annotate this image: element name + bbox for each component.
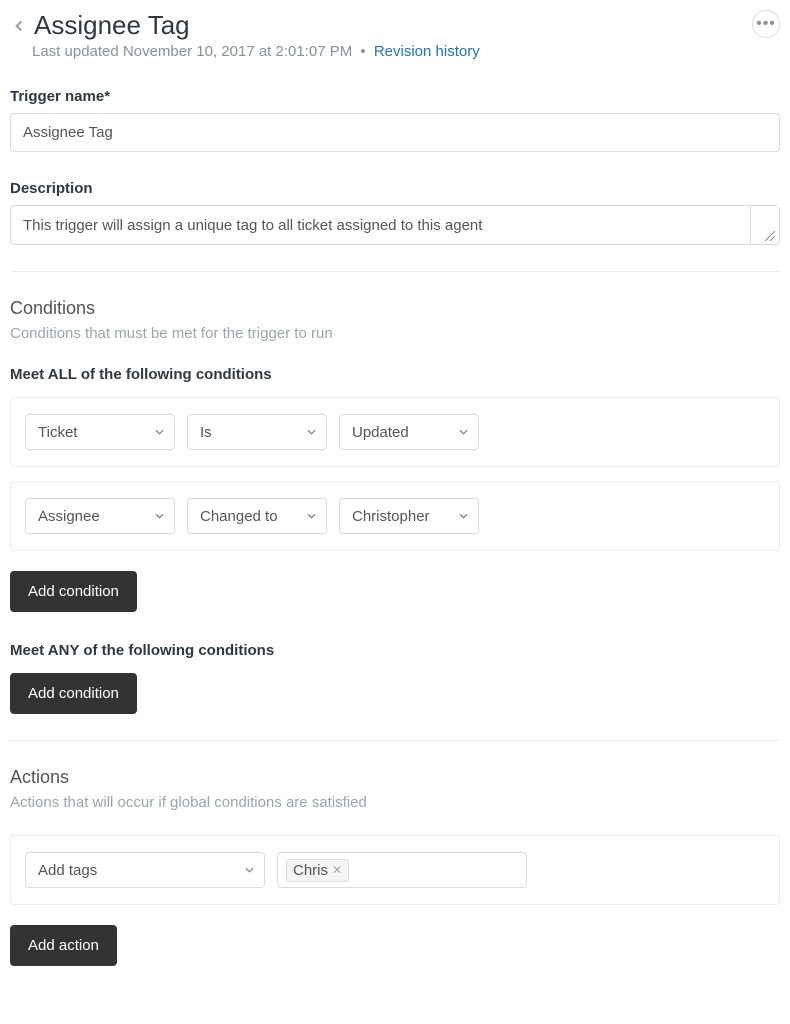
chevron-down-icon — [459, 512, 468, 521]
tag-remove-icon[interactable]: ✕ — [332, 863, 342, 877]
chevron-down-icon — [155, 512, 164, 521]
conditions-subtitle: Conditions that must be met for the trig… — [10, 325, 780, 342]
back-chevron-icon[interactable] — [10, 17, 28, 35]
action-row: Add tags Chris ✕ — [10, 835, 780, 905]
condition-field-select[interactable]: Assignee — [25, 498, 175, 534]
chevron-down-icon — [307, 512, 316, 521]
condition-row: Ticket Is Updated — [10, 397, 780, 467]
select-value: Changed to — [200, 508, 278, 525]
select-value: Updated — [352, 424, 409, 441]
select-value: Assignee — [38, 508, 100, 525]
meet-any-label: Meet ANY of the following conditions — [10, 642, 780, 659]
condition-operator-select[interactable]: Is — [187, 414, 327, 450]
conditions-title: Conditions — [10, 298, 780, 319]
select-value: Ticket — [38, 424, 77, 441]
condition-value-select[interactable]: Christopher — [339, 498, 479, 534]
resize-icon — [763, 229, 775, 241]
action-field-select[interactable]: Add tags — [25, 852, 265, 888]
select-value: Add tags — [38, 862, 97, 879]
page-title: Assignee Tag — [34, 10, 190, 41]
last-updated-text: Last updated November 10, 2017 at 2:01:0… — [32, 43, 352, 60]
add-condition-any-button[interactable]: Add condition — [10, 673, 137, 714]
chevron-down-icon — [245, 866, 254, 875]
tag-chip: Chris ✕ — [286, 859, 349, 882]
page-subheader: Last updated November 10, 2017 at 2:01:0… — [32, 43, 480, 60]
trigger-name-input[interactable] — [10, 113, 780, 152]
description-label: Description — [10, 180, 780, 197]
separator-bullet: • — [360, 43, 365, 60]
more-options-button[interactable]: ••• — [752, 10, 780, 38]
divider — [10, 740, 780, 741]
select-value: Is — [200, 424, 212, 441]
chevron-down-icon — [307, 428, 316, 437]
select-value: Christopher — [352, 508, 430, 525]
revision-history-link[interactable]: Revision history — [374, 43, 480, 60]
condition-value-select[interactable]: Updated — [339, 414, 479, 450]
actions-title: Actions — [10, 767, 780, 788]
tag-chip-label: Chris — [293, 862, 328, 879]
chevron-down-icon — [459, 428, 468, 437]
description-input[interactable] — [10, 205, 750, 245]
add-action-button[interactable]: Add action — [10, 925, 117, 966]
add-condition-all-button[interactable]: Add condition — [10, 571, 137, 612]
condition-field-select[interactable]: Ticket — [25, 414, 175, 450]
divider — [10, 271, 780, 272]
meet-all-label: Meet ALL of the following conditions — [10, 366, 780, 383]
condition-row: Assignee Changed to Christopher — [10, 481, 780, 551]
tag-input[interactable]: Chris ✕ — [277, 852, 527, 888]
actions-subtitle: Actions that will occur if global condit… — [10, 794, 780, 811]
condition-operator-select[interactable]: Changed to — [187, 498, 327, 534]
chevron-down-icon — [155, 428, 164, 437]
trigger-name-label: Trigger name* — [10, 88, 780, 105]
textarea-resize-handle[interactable] — [750, 205, 780, 245]
